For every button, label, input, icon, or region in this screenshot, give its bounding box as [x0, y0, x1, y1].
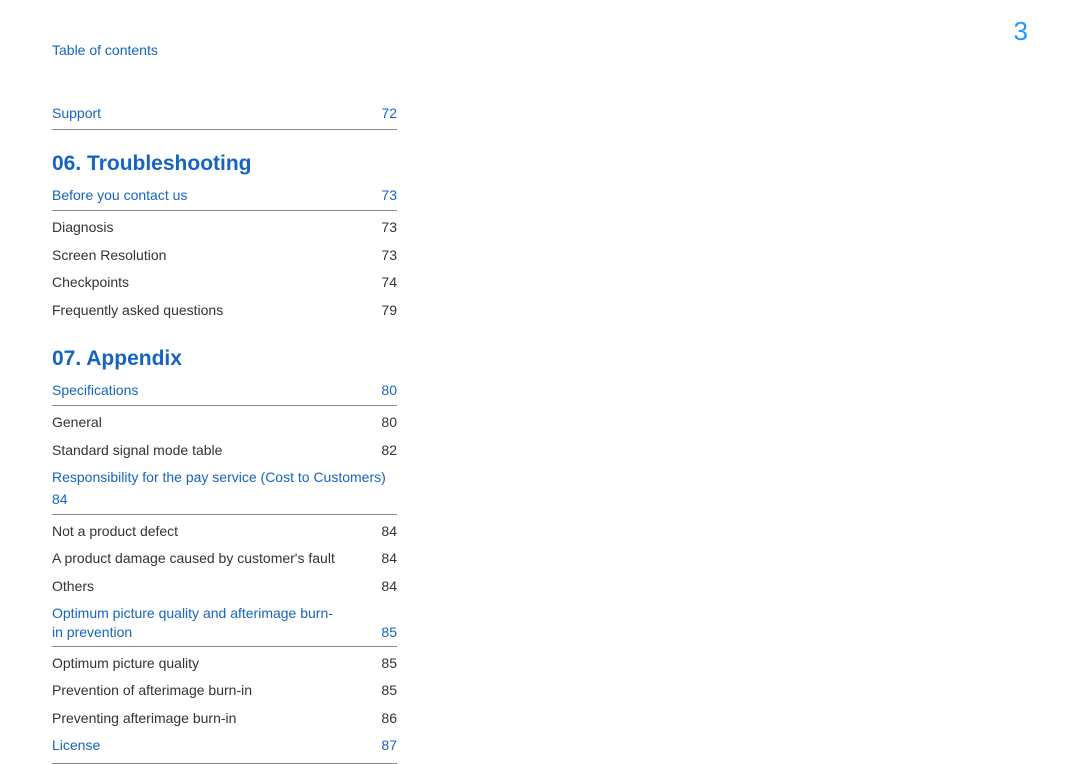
toc-label[interactable]: Table of contents — [52, 42, 158, 58]
toc-entry[interactable]: Diagnosis 73 — [52, 214, 397, 242]
toc-entry-page: 72 — [381, 104, 397, 124]
page-number: 3 — [1014, 16, 1028, 47]
toc-entry-label: A product damage caused by customer's fa… — [52, 549, 335, 569]
toc-entry-label: Specifications — [52, 381, 138, 401]
toc-entry-page: 85 — [381, 654, 397, 674]
toc-entry-label: Before you contact us — [52, 186, 187, 206]
toc-entry[interactable]: Prevention of afterimage burn-in 85 — [52, 677, 397, 705]
toc-entry-label: Checkpoints — [52, 273, 129, 293]
toc-entry-page: 85 — [381, 623, 397, 643]
toc-entry[interactable]: General 80 — [52, 409, 397, 437]
toc-content: Support 72 06. Troubleshooting Before yo… — [52, 102, 397, 764]
toc-link-optimum[interactable]: Optimum picture quality and afterimage b… — [52, 601, 397, 647]
toc-entry-label: Others — [52, 577, 94, 597]
toc-entry[interactable]: Optimum picture quality 85 — [52, 650, 397, 678]
toc-entry-page: 87 — [381, 736, 397, 756]
toc-section-support: Support 72 — [52, 102, 397, 130]
toc-entry-page: 73 — [381, 218, 397, 238]
toc-entry-label: Optimum picture quality — [52, 654, 199, 674]
page-header: Table of contents 3 — [52, 42, 1028, 58]
toc-entry[interactable]: Frequently asked questions 79 — [52, 297, 397, 325]
toc-entry-page: 82 — [381, 441, 397, 461]
toc-entry[interactable]: Not a product defect 84 — [52, 518, 397, 546]
toc-entry-page: 84 — [381, 522, 397, 542]
toc-link-responsibility[interactable]: Responsibility for the pay service (Cost… — [52, 464, 397, 514]
toc-entry[interactable]: Screen Resolution 73 — [52, 242, 397, 270]
toc-entry-page: 85 — [381, 681, 397, 701]
toc-entry-page: 86 — [381, 709, 397, 729]
chapter-title-07: 07. Appendix — [52, 347, 397, 371]
toc-entry-page: 80 — [381, 381, 397, 401]
toc-entry-label: General — [52, 413, 102, 433]
toc-link-license[interactable]: License 87 — [52, 732, 397, 760]
toc-entry[interactable]: A product damage caused by customer's fa… — [52, 545, 397, 573]
toc-entry[interactable]: Checkpoints 74 — [52, 269, 397, 297]
toc-entry-page: 84 — [381, 549, 397, 569]
toc-entry-page: 73 — [381, 246, 397, 266]
toc-entry-page: 84 — [52, 489, 397, 511]
toc-entry[interactable]: Preventing afterimage burn-in 86 — [52, 705, 397, 733]
toc-entry[interactable]: Others 84 — [52, 573, 397, 601]
toc-entry-page: 79 — [381, 301, 397, 321]
toc-entry-label: Optimum picture quality and afterimage b… — [52, 604, 381, 643]
toc-entry-label: Frequently asked questions — [52, 301, 223, 321]
toc-entry[interactable]: Standard signal mode table 82 — [52, 437, 397, 465]
toc-entry-label: Prevention of afterimage burn-in — [52, 681, 252, 701]
toc-entry-page: 74 — [381, 273, 397, 293]
toc-entry-label: Preventing afterimage burn-in — [52, 709, 236, 729]
toc-section-before-contact: Before you contact us 73 — [52, 184, 397, 212]
toc-link-before-contact[interactable]: Before you contact us 73 — [52, 184, 397, 208]
toc-link-specifications[interactable]: Specifications 80 — [52, 379, 397, 403]
toc-entry-page: 73 — [381, 186, 397, 206]
chapter-title-06: 06. Troubleshooting — [52, 152, 397, 176]
toc-entry-label: Screen Resolution — [52, 246, 166, 266]
toc-entry-label: Support — [52, 104, 101, 124]
toc-entry-label: Responsibility for the pay service (Cost… — [52, 469, 386, 485]
toc-section-specifications: Specifications 80 — [52, 379, 397, 407]
toc-entry-label: Diagnosis — [52, 218, 113, 238]
toc-link-support[interactable]: Support 72 — [52, 102, 397, 126]
toc-entry-label: Not a product defect — [52, 522, 178, 542]
toc-entry-label: Standard signal mode table — [52, 441, 222, 461]
toc-entry-page: 84 — [381, 577, 397, 597]
toc-entry-label: License — [52, 736, 100, 756]
toc-entry-page: 80 — [381, 413, 397, 433]
